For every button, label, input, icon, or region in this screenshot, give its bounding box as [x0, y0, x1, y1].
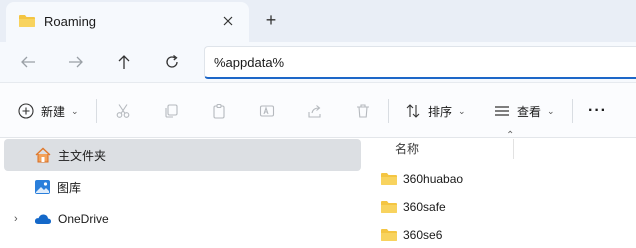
- chevron-right-icon[interactable]: ›: [14, 213, 18, 225]
- nav-item-label: 主文件夹: [58, 148, 107, 163]
- gallery-icon: [35, 180, 50, 194]
- new-tab-button[interactable]: +: [262, 9, 280, 30]
- title-bar: Roaming +: [0, 0, 636, 42]
- folder-icon: [381, 229, 397, 241]
- address-bar[interactable]: %appdata%: [204, 46, 636, 79]
- more-icon: ···: [588, 102, 607, 119]
- up-button[interactable]: [114, 52, 134, 72]
- address-input[interactable]: %appdata%: [214, 55, 284, 70]
- file-name: 360safe: [403, 200, 446, 214]
- paste-button[interactable]: [209, 101, 229, 121]
- share-button[interactable]: [305, 101, 325, 121]
- nav-item-label: OneDrive: [58, 212, 109, 226]
- nav-item-gallery[interactable]: 图库: [4, 171, 361, 203]
- list-item[interactable]: 360safe: [380, 194, 630, 220]
- file-list: ⌃ 名称 360huabao 360safe 360se6: [376, 130, 636, 248]
- command-bar: 新建 ⌄ 排序 ⌄ 查看 ⌄ ···: [0, 82, 636, 138]
- tab-roaming[interactable]: Roaming: [6, 2, 249, 42]
- view-button-label: 查看: [517, 104, 542, 119]
- chevron-down-icon: ⌄: [547, 105, 555, 116]
- close-tab-button[interactable]: [220, 13, 236, 29]
- delete-button[interactable]: [353, 101, 373, 121]
- new-button-label: 新建: [41, 104, 66, 119]
- column-header-name[interactable]: 名称: [395, 140, 419, 157]
- column-divider[interactable]: [513, 139, 514, 159]
- list-item[interactable]: 360se6: [380, 222, 630, 248]
- tab-title: Roaming: [44, 14, 97, 29]
- navigation-pane: 主文件夹 图库 › OneDrive: [0, 139, 370, 248]
- divider: [572, 99, 573, 123]
- share-icon: [308, 105, 321, 118]
- trash-icon: [357, 104, 369, 118]
- arrow-up-icon: [118, 55, 130, 69]
- list-item[interactable]: 360huabao: [380, 166, 630, 192]
- refresh-icon: [166, 54, 178, 68]
- navigation-bar: %appdata%: [0, 42, 636, 82]
- more-options-button[interactable]: ···: [588, 101, 607, 121]
- chevron-down-icon: ⌄: [458, 105, 466, 116]
- cut-button[interactable]: [113, 101, 133, 121]
- add-circle-icon: [18, 103, 34, 119]
- rename-icon: [259, 105, 275, 117]
- list-view-icon: [495, 106, 509, 116]
- back-button[interactable]: [18, 52, 38, 72]
- arrow-right-icon: [69, 56, 83, 68]
- sort-icon: [406, 104, 420, 118]
- divider: [388, 99, 389, 123]
- plus-icon: +: [265, 9, 277, 30]
- nav-item-onedrive[interactable]: › OneDrive: [4, 203, 361, 235]
- folder-icon: [19, 15, 35, 27]
- close-icon: [223, 16, 233, 26]
- nav-item-label: 图库: [57, 180, 82, 195]
- nav-item-home[interactable]: 主文件夹: [4, 139, 361, 171]
- copy-icon: [165, 104, 178, 118]
- sort-button-label: 排序: [428, 104, 453, 119]
- new-button[interactable]: 新建 ⌄: [18, 101, 79, 121]
- forward-button[interactable]: [66, 52, 86, 72]
- scissors-icon: [116, 104, 130, 118]
- divider: [96, 99, 97, 123]
- chevron-down-icon: ⌄: [71, 105, 79, 116]
- clipboard-icon: [213, 103, 225, 119]
- rename-button[interactable]: [257, 101, 277, 121]
- view-button[interactable]: 查看 ⌄: [494, 101, 555, 121]
- content-area: 主文件夹 图库 › OneDrive ⌃ 名称 360huabao 360saf…: [0, 130, 636, 248]
- copy-button[interactable]: [161, 101, 181, 121]
- sort-button[interactable]: 排序 ⌄: [405, 101, 466, 121]
- arrow-left-icon: [21, 56, 35, 68]
- folder-icon: [381, 201, 397, 213]
- cloud-icon: [34, 214, 52, 224]
- refresh-button[interactable]: [162, 52, 182, 72]
- home-icon: [35, 147, 51, 163]
- folder-icon: [381, 173, 397, 185]
- file-name: 360huabao: [403, 172, 464, 186]
- file-name: 360se6: [403, 228, 443, 242]
